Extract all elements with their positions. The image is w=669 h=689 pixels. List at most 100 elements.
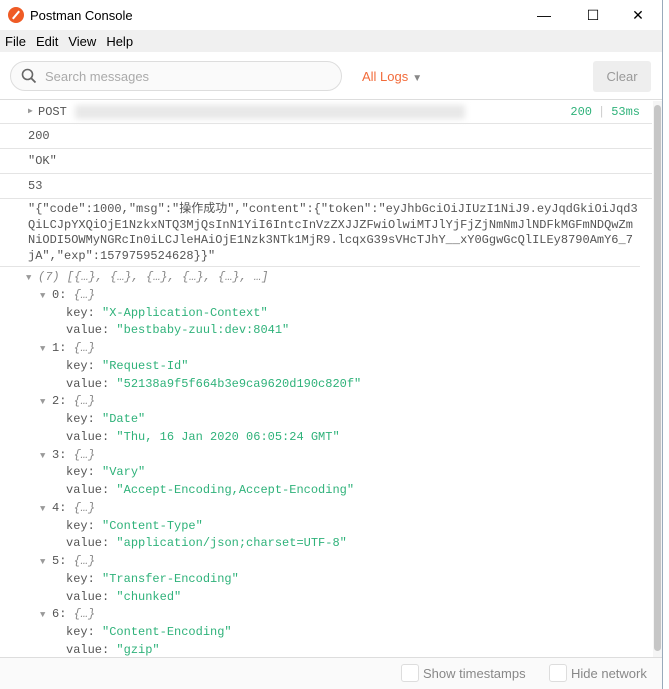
- item-index: 2:: [52, 394, 67, 409]
- item-preview: {…}: [73, 607, 96, 622]
- log-filter-dropdown[interactable]: All Logs ▼: [362, 69, 422, 84]
- item-index: 1:: [52, 341, 67, 355]
- menu-view[interactable]: View: [63, 34, 101, 49]
- header-key: "Vary": [102, 465, 146, 480]
- headers-tree: ▼ (7) [{…}, {…}, {…}, {…}, {…}, …] ▼ 0: {…}…: [0, 267, 652, 657]
- tree-key-row: key: "Content-Encoding": [0, 624, 652, 642]
- value-label: value:: [66, 429, 117, 444]
- clear-button[interactable]: Clear: [593, 61, 651, 92]
- show-timestamps-checkbox[interactable]: Show timestamps: [401, 664, 526, 682]
- item-preview: {…}: [73, 394, 96, 409]
- key-label: key:: [66, 518, 103, 533]
- request-status: 200 | 53ms: [570, 105, 640, 119]
- close-button[interactable]: ✕: [615, 0, 661, 30]
- key-label: key:: [66, 358, 103, 373]
- key-label: key:: [66, 571, 103, 586]
- header-key: "X-Application-Context": [102, 305, 268, 320]
- tree-root[interactable]: ▼ (7) [{…}, {…}, {…}, {…}, {…}, …]: [0, 269, 652, 287]
- scrollbar-thumb[interactable]: [654, 105, 661, 651]
- window-title: Postman Console: [30, 7, 133, 23]
- tree-key-row: key: "Transfer-Encoding": [0, 571, 652, 589]
- menu-help[interactable]: Help: [101, 34, 138, 49]
- tree-value-row: value: "52138a9f5f664b3e9ca9620d190c820f…: [0, 376, 652, 394]
- maximize-button[interactable]: ☐: [570, 0, 616, 30]
- tree-key-row: key: "Vary": [0, 464, 652, 482]
- collapse-arrow-icon[interactable]: ▼: [26, 270, 38, 288]
- menu-edit[interactable]: Edit: [31, 34, 63, 49]
- log-row: 53: [0, 174, 652, 199]
- collapse-arrow-icon[interactable]: ▼: [40, 554, 52, 572]
- minimize-button[interactable]: —: [521, 0, 567, 30]
- header-value: "52138a9f5f664b3e9ca9620d190c820f": [116, 376, 362, 391]
- key-label: key:: [66, 465, 103, 480]
- key-label: key:: [66, 305, 103, 320]
- tree-value-row: value: "bestbaby-zuul:dev:8041": [0, 322, 652, 340]
- expand-arrow-icon[interactable]: ▶: [28, 101, 33, 123]
- value-label: value:: [66, 483, 117, 497]
- header-key: "Request-Id": [102, 358, 189, 373]
- item-index: 6:: [52, 607, 67, 622]
- item-index: 5:: [52, 554, 67, 568]
- tree-key-row: key: "X-Application-Context": [0, 305, 652, 323]
- collapse-arrow-icon[interactable]: ▼: [40, 288, 52, 306]
- key-label: key:: [66, 625, 103, 639]
- tree-item[interactable]: ▼ 6: {…}: [0, 606, 652, 624]
- header-value: "Thu, 16 Jan 2020 06:05:24 GMT": [116, 429, 340, 444]
- log-filter-label: All Logs: [362, 69, 409, 84]
- item-preview: {…}: [73, 341, 96, 355]
- item-preview: {…}: [73, 554, 96, 568]
- header-key: "Transfer-Encoding": [102, 571, 239, 586]
- value-label: value:: [66, 642, 117, 657]
- tree-item[interactable]: ▼ 4: {…}: [0, 500, 652, 518]
- value-label: value:: [66, 536, 117, 551]
- item-index: 3:: [52, 447, 67, 462]
- item-preview: {…}: [73, 500, 96, 515]
- log-row: "OK": [0, 149, 652, 174]
- menu-file[interactable]: File: [0, 34, 31, 49]
- search-input[interactable]: [45, 68, 325, 84]
- request-row[interactable]: ▶ POST 200 | 53ms: [0, 101, 652, 124]
- tree-key-row: key: "Request-Id": [0, 358, 652, 376]
- response-body: "{"code":1000,"msg":"操作成功","content":{"t…: [0, 199, 640, 267]
- menu-bar: File Edit View Help: [0, 30, 662, 52]
- status-code: 200: [570, 105, 592, 119]
- collapse-arrow-icon[interactable]: ▼: [40, 501, 52, 519]
- collapse-arrow-icon[interactable]: ▼: [40, 394, 52, 412]
- footer: Show timestamps Hide network: [0, 657, 662, 689]
- collapse-arrow-icon[interactable]: ▼: [40, 607, 52, 625]
- console-log: ▶ POST 200 | 53ms 200 "OK" 53 "{"code":100…: [0, 101, 652, 657]
- header-value: "application/json;charset=UTF-8": [116, 536, 347, 551]
- tree-item[interactable]: ▼ 0: {…}: [0, 287, 652, 305]
- tree-item[interactable]: ▼ 3: {…}: [0, 447, 652, 465]
- item-preview: {…}: [73, 287, 96, 302]
- tree-value-row: value: "gzip": [0, 642, 652, 657]
- collapse-arrow-icon[interactable]: ▼: [40, 448, 52, 466]
- request-method: POST: [38, 105, 67, 119]
- key-label: key:: [66, 412, 103, 426]
- value-label: value:: [66, 589, 117, 604]
- checkbox-box[interactable]: [549, 664, 567, 682]
- tree-key-row: key: "Content-Type": [0, 518, 652, 536]
- header-key: "Date": [102, 412, 146, 426]
- hide-network-checkbox[interactable]: Hide network: [549, 664, 647, 682]
- show-timestamps-label: Show timestamps: [423, 665, 526, 681]
- header-value: "chunked": [116, 589, 182, 604]
- array-summary: (7) [{…}, {…}, {…}, {…}, {…}, …]: [38, 270, 269, 284]
- tree-item[interactable]: ▼ 2: {…}: [0, 393, 652, 411]
- tree-value-row: value: "Accept-Encoding,Accept-Encoding": [0, 482, 652, 500]
- search-box: [10, 61, 342, 91]
- collapse-arrow-icon[interactable]: ▼: [40, 341, 52, 359]
- value-label: value:: [66, 376, 117, 391]
- header-value: "Accept-Encoding,Accept-Encoding": [116, 483, 355, 497]
- item-index: 0:: [52, 287, 67, 302]
- checkbox-box[interactable]: [401, 664, 419, 682]
- scrollbar[interactable]: [653, 101, 662, 657]
- tree-item[interactable]: ▼ 1: {…}: [0, 340, 652, 358]
- search-icon: [21, 68, 37, 84]
- item-preview: {…}: [73, 447, 96, 462]
- tree-item[interactable]: ▼ 5: {…}: [0, 553, 652, 571]
- value-label: value:: [66, 323, 117, 338]
- tree-value-row: value: "Thu, 16 Jan 2020 06:05:24 GMT": [0, 429, 652, 447]
- toolbar: All Logs▼ Clear: [0, 52, 662, 100]
- header-key: "Content-Type": [102, 518, 203, 533]
